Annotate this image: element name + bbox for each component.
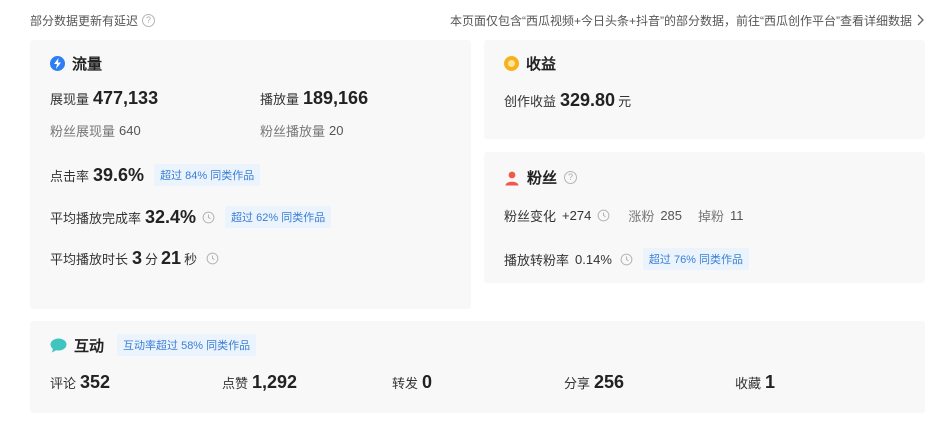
blue-lightning-icon [50,56,65,71]
fans-change-value: +274 [562,208,592,223]
impressions-metric: 展现量 477,133 [50,88,158,109]
teal-chat-bubble-icon [50,338,67,352]
ctr-badge: 超过 84% 同类作品 [154,164,261,186]
duration-minutes-unit: 分 [145,252,159,267]
earnings-card: 收益 创作收益 329.80 元 [484,40,925,139]
fans-card: 粉丝 ? 粉丝变化 +274 涨粉 285 掉粉 11 播放转粉率 0.14% … [484,152,925,283]
completion-metric: 平均播放完成率 32.4% 超过 62% 同类作品 [50,206,332,228]
interaction-card: 互动 互动率超过 58% 同类作品 评论 352 点赞 1,292 转发 0 分… [30,321,925,413]
fans-title: 粉丝 ? [504,167,578,188]
clock-history-icon[interactable] [597,209,610,222]
fans-change-metric: 粉丝变化 +274 涨粉 285 掉粉 11 [504,206,744,225]
shares-value: 256 [594,372,625,392]
shares-metric: 分享 256 [564,372,624,393]
fans-loss-label: 掉粉 [698,209,725,224]
earnings-title: 收益 [504,53,556,74]
interaction-title-text: 互动 [74,337,105,355]
duration-seconds: 21 [161,248,182,268]
fans-conversion-value: 0.14% [575,251,612,267]
fans-conversion-label: 播放转粉率 [504,252,570,268]
fan-plays-value: 20 [329,123,344,138]
reposts-metric: 转发 0 [392,372,432,393]
earnings-value: 329.80 [560,90,616,110]
likes-label: 点赞 [222,376,249,391]
interaction-badge: 互动率超过 58% 同类作品 [117,334,257,356]
reposts-label: 转发 [392,376,419,391]
clock-history-icon[interactable] [620,253,633,266]
earnings-metric: 创作收益 329.80 元 [504,90,634,111]
completion-label: 平均播放完成率 [50,210,142,226]
ctr-label: 点击率 [50,168,90,184]
gold-coin-icon [504,56,519,71]
fans-gain-label: 涨粉 [628,209,655,224]
question-circle-icon[interactable]: ? [142,13,156,27]
fans-change-label: 粉丝变化 [504,209,557,224]
duration-seconds-unit: 秒 [184,252,198,267]
duration-minutes: 3 [132,248,143,268]
favorites-metric: 收藏 1 [735,372,775,393]
comments-metric: 评论 352 [50,372,110,393]
impressions-value: 477,133 [93,88,159,108]
interaction-title: 互动 互动率超过 58% 同类作品 [50,334,257,356]
likes-metric: 点赞 1,292 [222,372,297,393]
chevron-right-icon[interactable] [916,14,924,26]
fans-conversion-metric: 播放转粉率 0.14% 超过 76% 同类作品 [504,248,750,270]
likes-value: 1,292 [252,372,298,392]
traffic-title-text: 流量 [72,56,103,73]
comments-label: 评论 [50,376,77,391]
earnings-unit: 元 [618,94,632,109]
fan-impressions-metric: 粉丝展现量 640 [50,121,141,140]
duration-metric: 平均播放时长 3 分 21 秒 [50,248,219,269]
question-circle-icon[interactable]: ? [564,171,578,184]
top-bar: 部分数据更新有延迟 ? 本页面仅包含“西瓜视频+今日头条+抖音”的部分数据，前往… [30,10,924,30]
traffic-card: 流量 展现量 477,133 播放量 189,166 粉丝展现量 640 粉丝播… [30,40,471,309]
delay-notice: 部分数据更新有延迟 ? [30,12,156,29]
earnings-label: 创作收益 [504,94,557,109]
plays-value: 189,166 [303,88,369,108]
plays-label: 播放量 [260,92,300,107]
impressions-label: 展现量 [50,92,90,107]
fans-loss-value: 11 [730,208,744,223]
fans-gain-value: 285 [660,208,683,223]
delay-notice-text: 部分数据更新有延迟 [30,13,139,28]
duration-label: 平均播放时长 [50,252,129,267]
red-person-icon [505,171,519,185]
plays-metric: 播放量 189,166 [260,88,368,109]
fans-title-text: 粉丝 [527,170,558,187]
reposts-value: 0 [422,372,433,392]
ctr-value: 39.6% [93,164,145,185]
earnings-title-text: 收益 [526,56,557,73]
ctr-metric: 点击率 39.6% 超过 84% 同类作品 [50,164,261,186]
fan-plays-label: 粉丝播放量 [260,124,326,139]
completion-value: 32.4% [145,206,197,227]
completion-badge: 超过 62% 同类作品 [225,206,332,228]
platform-link[interactable]: 本页面仅包含“西瓜视频+今日头条+抖音”的部分数据，前往“西瓜创作平台”查看详细… [450,12,924,29]
favorites-value: 1 [765,372,776,392]
fan-impressions-value: 640 [119,123,141,138]
fan-impressions-label: 粉丝展现量 [50,124,116,139]
clock-history-icon[interactable] [202,211,215,224]
favorites-label: 收藏 [735,376,762,391]
traffic-title: 流量 [50,53,102,74]
clock-history-icon[interactable] [206,252,219,265]
fans-conversion-badge: 超过 76% 同类作品 [642,248,750,270]
platform-link-text[interactable]: 本页面仅包含“西瓜视频+今日头条+抖音”的部分数据，前往“西瓜创作平台”查看详细… [450,12,912,29]
fan-plays-metric: 粉丝播放量 20 [260,121,343,140]
shares-label: 分享 [564,376,591,391]
comments-value: 352 [80,372,111,392]
